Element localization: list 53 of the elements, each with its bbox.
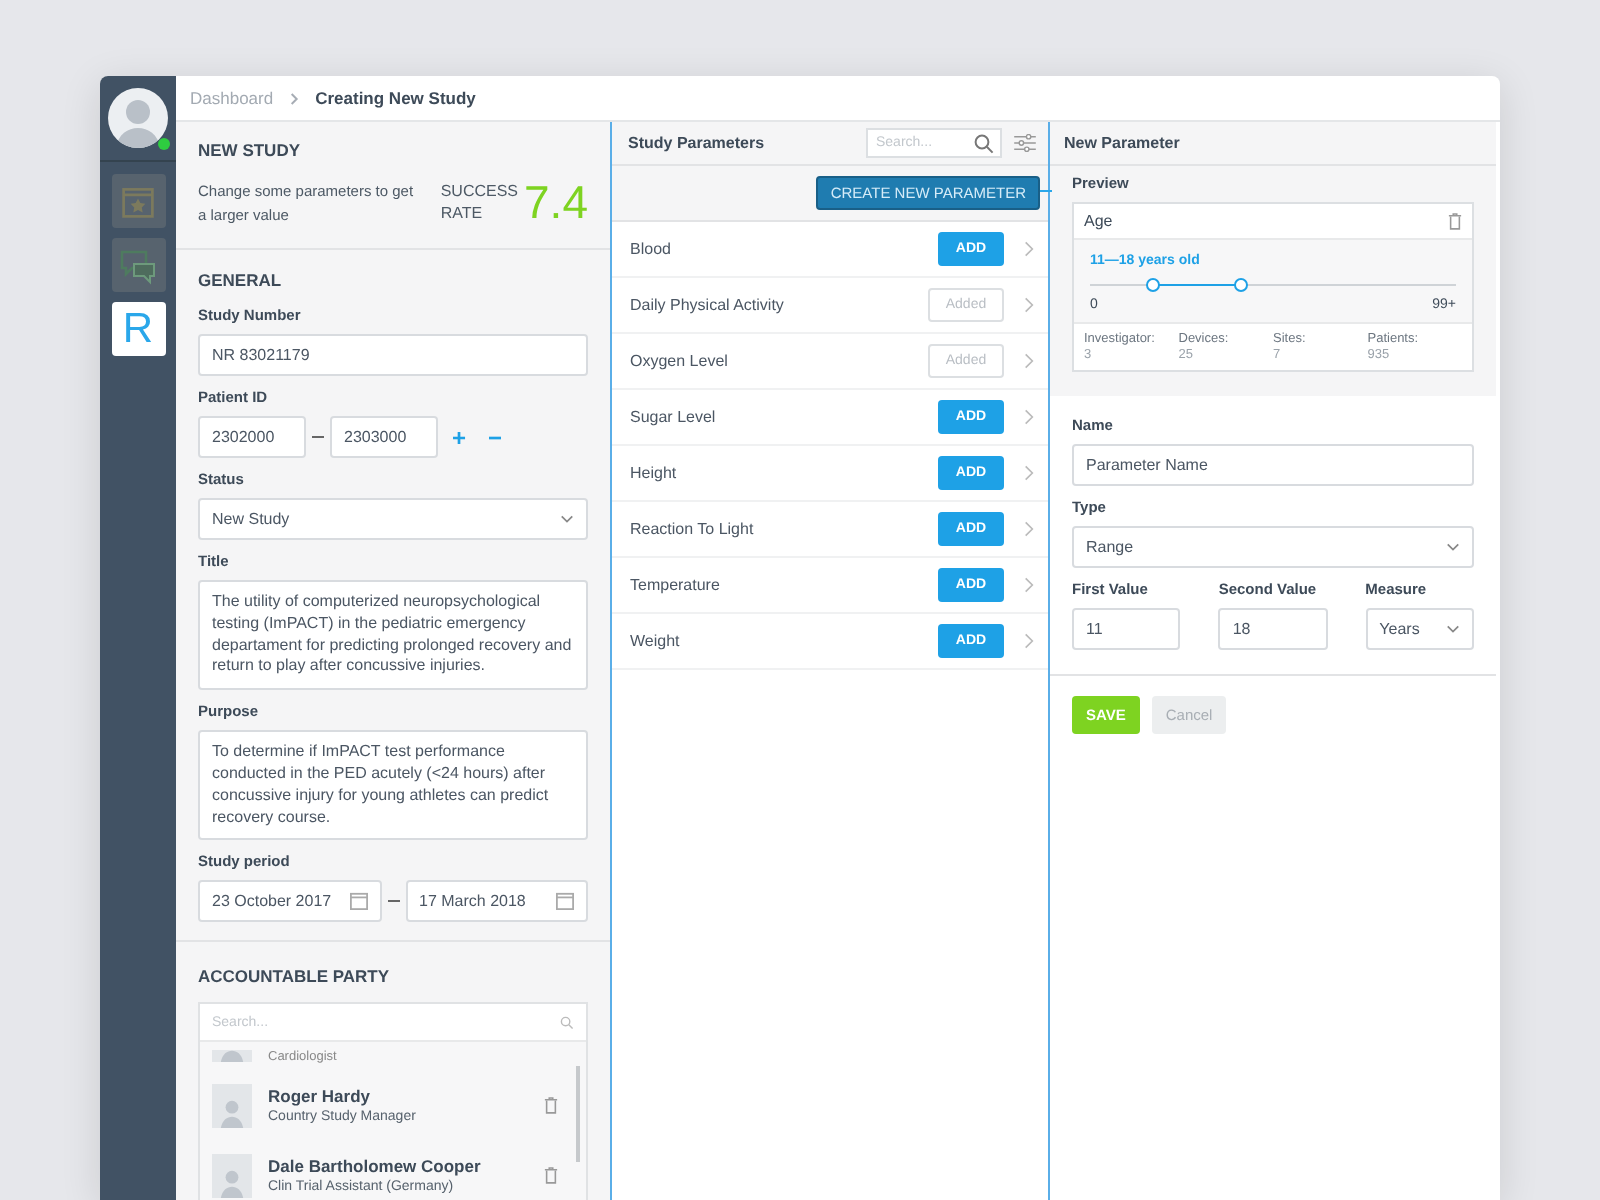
patient-id-to-field[interactable]: 2303000 [330,416,438,458]
section-title: ACCOUNTABLE PARTY [198,966,392,987]
calendar-icon [349,892,367,911]
purpose-text-area[interactable]: To determine if ImPACT test performance conducted in the PED acutely (<24 hours) after concussive injury for young athletes can predict recovery course. [198,730,588,841]
panel-title: Study Parameters [628,134,767,152]
start-date-field[interactable]: 23 October 2017 [198,880,381,923]
chevron-right-icon [1024,576,1034,594]
chevron-right-icon [1024,632,1034,650]
end-date-field[interactable]: 17 March 2018 [405,880,588,923]
user-avatar[interactable] [108,88,168,148]
success-rate-label: SUCCESS RATE [440,182,519,224]
chevron-right-icon [1024,464,1034,482]
person-avatar [212,1050,252,1063]
search-icon [974,133,994,153]
page-title: Creating New Study [315,88,476,108]
dropdown-caret-icon [1446,542,1460,552]
chevron-right-icon [1024,520,1034,538]
success-rate-value: 7.4 [524,176,588,230]
chat-bubbles-icon[interactable] [111,238,165,292]
chevron-right-icon [289,91,300,105]
slider-handle[interactable] [1234,278,1249,292]
person-avatar [212,1083,252,1128]
measure-dropdown[interactable]: Years [1365,608,1474,650]
chevron-right-icon [1024,296,1034,314]
title-text-area[interactable]: The utility of computerized neuropsychological testing (ImPACT) in the pediatric emergency departament for predicting prolonged recovery and return to play after concussive injuries. [198,580,588,691]
study-number-field[interactable]: NR 83021179 [198,334,588,376]
panel-title: New Parameter [1064,134,1182,152]
chevron-right-icon [1024,408,1034,426]
chevron-right-icon [1024,240,1034,258]
section-title: GENERAL [198,270,284,290]
person-name: Dale Bartholomew Cooper [268,1156,483,1177]
dropdown-caret-icon [560,514,574,524]
trash-icon[interactable] [544,1096,558,1115]
scrollbar[interactable] [576,1066,580,1163]
connector-line [1040,190,1052,192]
chevron-right-icon [1024,352,1034,370]
slider-handle[interactable] [1146,278,1161,292]
filter-sliders-icon[interactable] [1014,134,1036,152]
second-value-field[interactable]: 18 [1218,608,1328,650]
section-title: NEW STUDY [198,140,302,160]
parameter-name: Age [1084,212,1113,230]
person-name: Roger Hardy [268,1086,373,1107]
first-value-field[interactable]: 11 [1072,608,1181,650]
trash-icon[interactable] [1448,212,1462,230]
patient-id-from-field[interactable]: 2302000 [198,416,306,458]
dropdown-caret-icon [1445,624,1460,634]
calendar-icon [556,892,574,911]
parameter-name-field[interactable]: Parameter Name [1072,444,1474,486]
search-icon [560,1015,574,1030]
person-avatar [212,1153,252,1198]
type-dropdown[interactable]: Range [1072,526,1474,568]
trash-icon[interactable] [544,1166,558,1185]
status-dropdown[interactable]: New Study [198,498,588,540]
